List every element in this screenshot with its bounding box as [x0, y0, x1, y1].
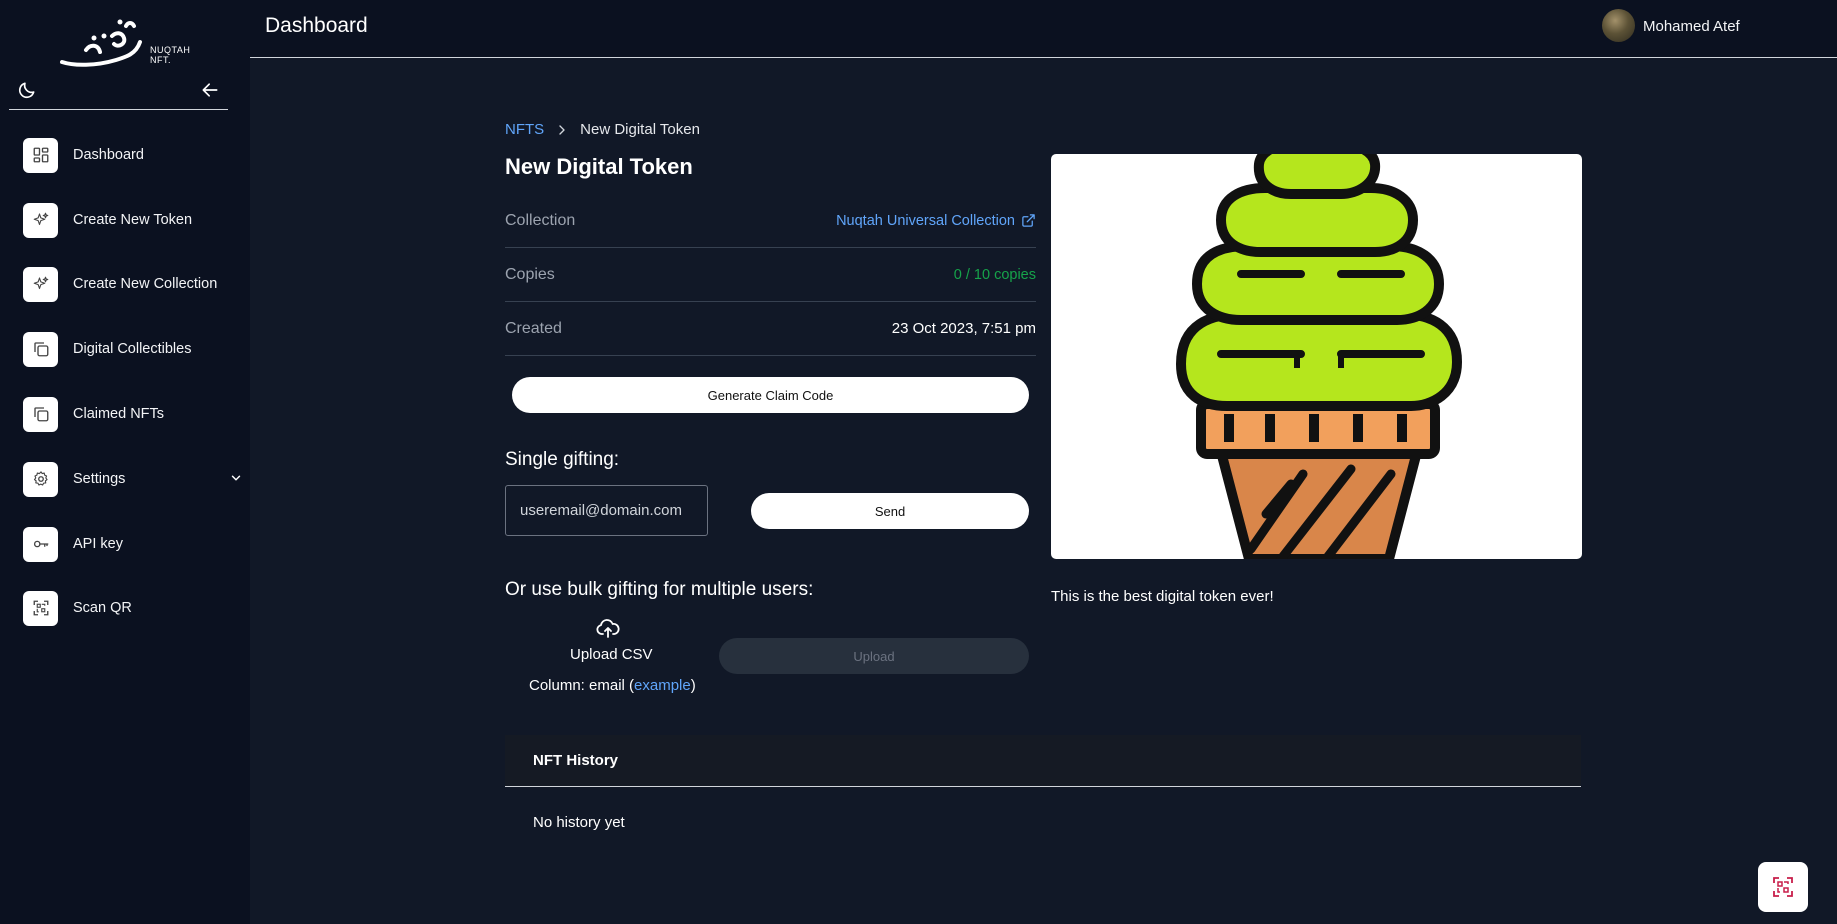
- bulk-gifting-title: Or use bulk gifting for multiple users:: [505, 579, 814, 600]
- sidebar-item-claimed-nfts[interactable]: Claimed NFTs: [23, 394, 243, 434]
- collection-value[interactable]: Nuqtah Universal Collection: [836, 213, 1015, 229]
- sparkles-icon: [23, 266, 58, 302]
- sidebar-item-label: Claimed NFTs: [73, 406, 165, 422]
- sidebar-item-label: Create New Collection: [73, 276, 218, 292]
- breadcrumb-current: New Digital Token: [580, 121, 700, 138]
- nft-history-title: NFT History: [533, 752, 619, 769]
- breadcrumb-nfts-link[interactable]: NFTS: [505, 121, 544, 138]
- qr-icon: [23, 590, 58, 626]
- sparkles-icon: [23, 202, 58, 238]
- cloud-upload-icon[interactable]: [596, 617, 620, 639]
- sidebar-item-create-token[interactable]: Create New Token: [23, 200, 243, 240]
- avatar[interactable]: [1602, 9, 1635, 42]
- sidebar-item-label: Create New Token: [73, 212, 193, 228]
- single-gifting-title: Single gifting:: [505, 449, 620, 470]
- email-input[interactable]: [505, 485, 708, 536]
- sidebar-item-label: Scan QR: [73, 600, 132, 616]
- floating-qr-button[interactable]: [1758, 862, 1808, 912]
- logo-wordmark: NUQTAH NFT.: [150, 45, 190, 65]
- collection-label: Collection: [505, 211, 576, 229]
- created-row: Created 23 Oct 2023, 7:51 pm: [505, 302, 1036, 356]
- copy-icon: [23, 331, 58, 367]
- column-hint-prefix: Column: email (: [529, 677, 635, 694]
- sidebar-item-scan-qr[interactable]: Scan QR: [23, 588, 243, 628]
- nft-description: This is the best digital token ever!: [1051, 588, 1274, 605]
- copies-value: 0 / 10 copies: [953, 266, 1036, 283]
- top-bar: Dashboard Mohamed Atef: [250, 0, 1837, 58]
- sidebar-item-settings[interactable]: Settings: [23, 459, 243, 499]
- gear-icon: [23, 461, 58, 497]
- dashboard-icon: [23, 137, 58, 173]
- sidebar-item-label: Dashboard: [73, 147, 144, 163]
- sidebar-item-label: API key: [73, 536, 123, 552]
- copies-row: Copies 0 / 10 copies: [505, 248, 1036, 302]
- external-link-icon[interactable]: [1021, 213, 1036, 228]
- chevron-right-icon: [559, 124, 565, 135]
- sidebar-item-label: Settings: [73, 471, 126, 487]
- column-hint-suffix: ): [690, 677, 696, 694]
- chevron-down-icon: [231, 475, 241, 481]
- user-name[interactable]: Mohamed Atef: [1643, 18, 1740, 35]
- upload-csv-label[interactable]: Upload CSV: [570, 646, 653, 663]
- main-content: [250, 59, 1837, 924]
- page-title: New Digital Token: [505, 154, 693, 179]
- nft-image: [1051, 154, 1582, 559]
- history-empty-message: No history yet: [533, 814, 625, 831]
- upload-button[interactable]: Upload: [719, 638, 1029, 674]
- logo-calligraphy-icon: [60, 19, 142, 67]
- sidebar-item-dashboard[interactable]: Dashboard: [23, 135, 243, 175]
- sidebar-item-digital-collectibles[interactable]: Digital Collectibles: [23, 329, 243, 369]
- moon-icon[interactable]: [17, 80, 37, 100]
- collection-link[interactable]: Nuqtah Universal Collection: [836, 213, 1036, 229]
- example-link[interactable]: example: [634, 677, 691, 694]
- created-label: Created: [505, 319, 562, 337]
- collection-row: Collection Nuqtah Universal Collection: [505, 194, 1036, 248]
- sidebar-item-api-key[interactable]: API key: [23, 524, 243, 564]
- created-value: 23 Oct 2023, 7:51 pm: [891, 320, 1036, 337]
- nft-history-header: NFT History: [505, 735, 1581, 787]
- qr-scan-icon: [1773, 877, 1793, 897]
- send-button[interactable]: Send: [751, 493, 1029, 529]
- arrow-left-icon[interactable]: [200, 80, 220, 100]
- sidebar-item-label: Digital Collectibles: [73, 341, 192, 357]
- ice-cream-image: [1175, 154, 1463, 559]
- key-icon: [23, 526, 58, 562]
- generate-claim-code-button[interactable]: Generate Claim Code: [512, 377, 1029, 413]
- page-header-title: Dashboard: [265, 14, 368, 37]
- sidebar-item-create-collection[interactable]: Create New Collection: [23, 264, 243, 304]
- copies-label: Copies: [505, 265, 555, 283]
- sidebar: NUQTAH NFT. Dashboard Create New Token C…: [0, 0, 250, 924]
- logo-line-2: NFT.: [150, 55, 171, 65]
- logo-line-1: NUQTAH: [150, 45, 191, 55]
- breadcrumb: NFTS New Digital Token: [505, 121, 700, 138]
- copy-icon: [23, 396, 58, 432]
- sidebar-divider: [9, 109, 228, 110]
- column-hint: Column: email (example): [529, 677, 696, 694]
